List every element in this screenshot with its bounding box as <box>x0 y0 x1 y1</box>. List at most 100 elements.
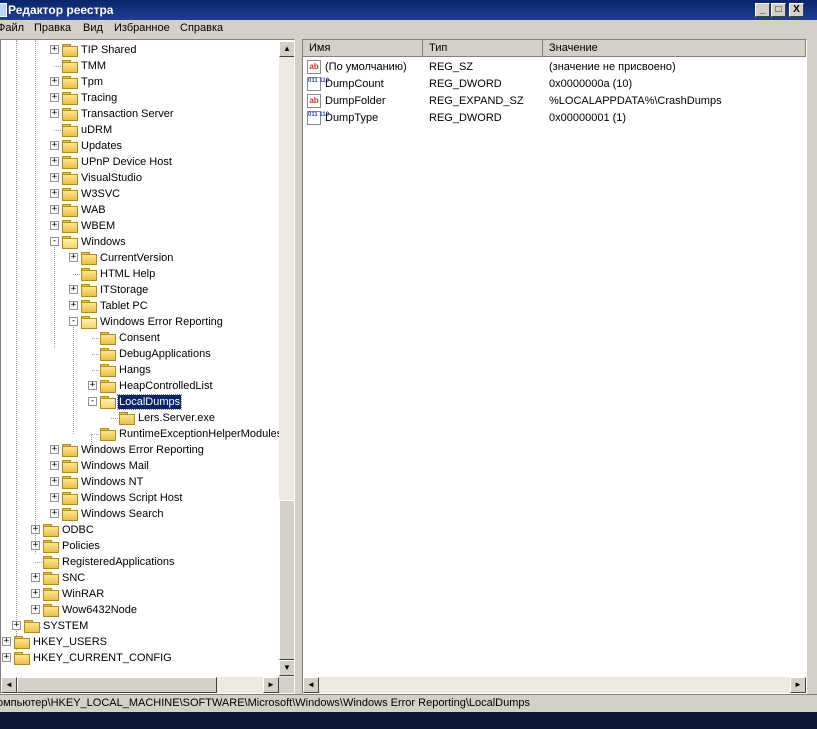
expand-icon[interactable]: + <box>2 637 11 646</box>
tree-item[interactable]: RuntimeExceptionHelperModules <box>1 426 282 442</box>
menu-help[interactable]: Справка <box>180 22 223 34</box>
tree-item[interactable]: + Windows Script Host <box>1 490 279 506</box>
tree-item-label[interactable]: Transaction Server <box>80 107 175 121</box>
expand-icon[interactable]: + <box>69 253 78 262</box>
tree-item-label[interactable]: Wow6432Node <box>61 603 138 617</box>
tree-item[interactable]: + WinRAR <box>1 586 279 602</box>
expand-icon[interactable]: + <box>50 77 59 86</box>
key-tree-pane[interactable]: + TIP Shared TMM + Tpm + Tracing + Transaction S… <box>0 39 295 694</box>
tree-item[interactable]: + Windows Search <box>1 506 279 522</box>
expand-icon[interactable]: + <box>88 381 97 390</box>
value-row[interactable]: ab (По умолчанию) REG_SZ (значение не присв… <box>303 59 803 76</box>
tree-item-label[interactable]: UPnP Device Host <box>80 155 173 169</box>
tree-item[interactable]: + CurrentVersion <box>1 250 279 266</box>
menu-view[interactable]: Вид <box>83 22 103 34</box>
collapse-icon[interactable]: - <box>69 317 78 326</box>
menu-edit[interactable]: Правка <box>34 22 71 34</box>
tree-item[interactable]: + UPnP Device Host <box>1 154 279 170</box>
tree-item-label[interactable]: Tpm <box>80 75 104 89</box>
tree-item-label[interactable]: HKEY_USERS <box>32 635 108 649</box>
tree-item-label[interactable]: HTML Help <box>99 267 156 281</box>
tree-item[interactable]: uDRM <box>1 122 279 138</box>
tree-scroll-left-button[interactable]: ◄ <box>1 677 17 693</box>
expand-icon[interactable]: + <box>2 653 11 662</box>
menu-favorites[interactable]: Избранное <box>114 22 170 34</box>
tree-item[interactable]: + Tpm <box>1 74 279 90</box>
tree-item-label[interactable]: ODBC <box>61 523 95 537</box>
tree-item-label[interactable]: Lers.Server.exe <box>137 411 216 425</box>
expand-icon[interactable]: + <box>50 93 59 102</box>
tree-item-label[interactable]: Windows Script Host <box>80 491 183 505</box>
tree-item-label[interactable]: ITStorage <box>99 283 149 297</box>
expand-icon[interactable]: + <box>31 589 40 598</box>
expand-icon[interactable]: + <box>50 221 59 230</box>
tree-item[interactable]: DebugApplications <box>1 346 279 362</box>
tree-item[interactable]: + Transaction Server <box>1 106 279 122</box>
tree-item[interactable]: + HKEY_CURRENT_CONFIG <box>1 650 279 666</box>
expand-icon[interactable]: + <box>50 509 59 518</box>
column-header-name[interactable]: Имя <box>303 40 423 57</box>
values-hscroll-track[interactable] <box>303 677 806 693</box>
tree-item-label[interactable]: Policies <box>61 539 101 553</box>
tree-item[interactable]: + ITStorage <box>1 282 279 298</box>
tree-item-label[interactable]: SNC <box>61 571 86 585</box>
tree-item-label[interactable]: Windows Mail <box>80 459 150 473</box>
tree-item[interactable]: + Wow6432Node <box>1 602 279 618</box>
tree-item[interactable]: + Windows Error Reporting <box>1 442 279 458</box>
tree-item[interactable]: TMM <box>1 58 279 74</box>
tree-item-label[interactable]: Tracing <box>80 91 118 105</box>
expand-icon[interactable]: + <box>31 541 40 550</box>
pane-splitter[interactable] <box>295 39 302 694</box>
tree-item[interactable]: + VisualStudio <box>1 170 279 186</box>
expand-icon[interactable]: + <box>50 205 59 214</box>
tree-item-label[interactable]: WAB <box>80 203 107 217</box>
expand-icon[interactable]: + <box>50 173 59 182</box>
tree-item[interactable]: - Windows Error Reporting <box>1 314 279 330</box>
tree-item-label[interactable]: DebugApplications <box>118 347 212 361</box>
tree-scroll-down-button[interactable]: ▼ <box>279 660 294 676</box>
expand-icon[interactable]: + <box>50 141 59 150</box>
collapse-icon[interactable]: - <box>88 397 97 406</box>
tree-item[interactable]: + HeapControlledList <box>1 378 279 394</box>
value-row[interactable]: ab DumpFolder REG_EXPAND_SZ %LOCALAPPDATA%\… <box>303 93 803 110</box>
tree-item-label[interactable]: RegisteredApplications <box>61 555 176 569</box>
values-scroll-right-button[interactable]: ► <box>790 677 806 693</box>
tree-item[interactable]: - LocalDumps <box>1 394 279 410</box>
tree-item-label[interactable]: Windows Search <box>80 507 165 521</box>
tree-item-label[interactable]: VisualStudio <box>80 171 143 185</box>
tree-item-label[interactable]: Windows Error Reporting <box>80 443 205 457</box>
maximize-button[interactable]: □ <box>771 3 786 17</box>
tree-item[interactable]: + Tablet PC <box>1 298 279 314</box>
expand-icon[interactable]: + <box>12 621 21 630</box>
tree-item-label[interactable]: CurrentVersion <box>99 251 174 265</box>
tree-item[interactable]: + TIP Shared <box>1 42 279 58</box>
values-scroll-left-button[interactable]: ◄ <box>303 677 319 693</box>
expand-icon[interactable]: + <box>50 109 59 118</box>
tree-item-label[interactable]: TIP Shared <box>80 43 137 57</box>
expand-icon[interactable]: + <box>50 189 59 198</box>
tree-item-label[interactable]: HKEY_CURRENT_CONFIG <box>32 651 173 665</box>
tree-item-label[interactable]: RuntimeExceptionHelperModules <box>118 427 283 441</box>
tree-item[interactable]: + WAB <box>1 202 279 218</box>
close-button[interactable]: X <box>789 3 804 17</box>
tree-item[interactable]: + Windows Mail <box>1 458 279 474</box>
tree-item[interactable]: + Tracing <box>1 90 279 106</box>
value-row[interactable]: 011 110 DumpCount REG_DWORD 0x0000000a (10) <box>303 76 803 93</box>
tree-item-label[interactable]: LocalDumps <box>116 394 183 410</box>
tree-item[interactable]: + Policies <box>1 538 279 554</box>
expand-icon[interactable]: + <box>50 45 59 54</box>
tree-item[interactable]: + SYSTEM <box>1 618 279 634</box>
tree-hscroll-thumb[interactable] <box>17 677 217 693</box>
expand-icon[interactable]: + <box>50 493 59 502</box>
tree-vscroll-thumb[interactable] <box>279 500 294 660</box>
tree-item-label[interactable]: Windows <box>80 235 127 249</box>
tree-item[interactable]: RegisteredApplications <box>1 554 279 570</box>
column-header-type[interactable]: Тип <box>423 40 543 57</box>
tree-item[interactable]: + SNC <box>1 570 279 586</box>
tree-scroll-up-button[interactable]: ▲ <box>279 41 294 57</box>
tree-item[interactable]: + Windows NT <box>1 474 279 490</box>
tree-item[interactable]: - Windows <box>1 234 279 250</box>
tree-item-label[interactable]: HeapControlledList <box>118 379 214 393</box>
tree-item[interactable]: HTML Help <box>1 266 279 282</box>
tree-item-label[interactable]: Updates <box>80 139 123 153</box>
